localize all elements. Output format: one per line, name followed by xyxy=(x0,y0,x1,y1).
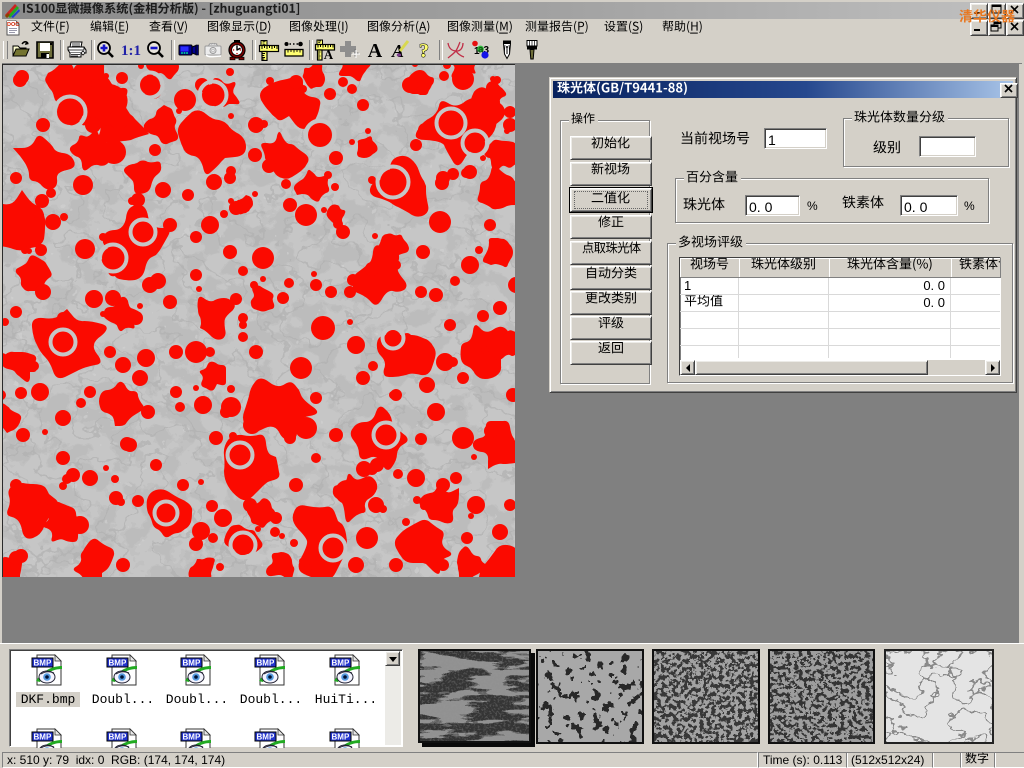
svg-text:?: ? xyxy=(419,40,429,61)
svg-text:1:1: 1:1 xyxy=(121,43,141,59)
svg-text:A: A xyxy=(324,47,334,61)
svg-text:A: A xyxy=(368,40,383,61)
svg-text:A: A xyxy=(391,41,404,61)
svg-text:DOC: DOC xyxy=(7,22,19,28)
